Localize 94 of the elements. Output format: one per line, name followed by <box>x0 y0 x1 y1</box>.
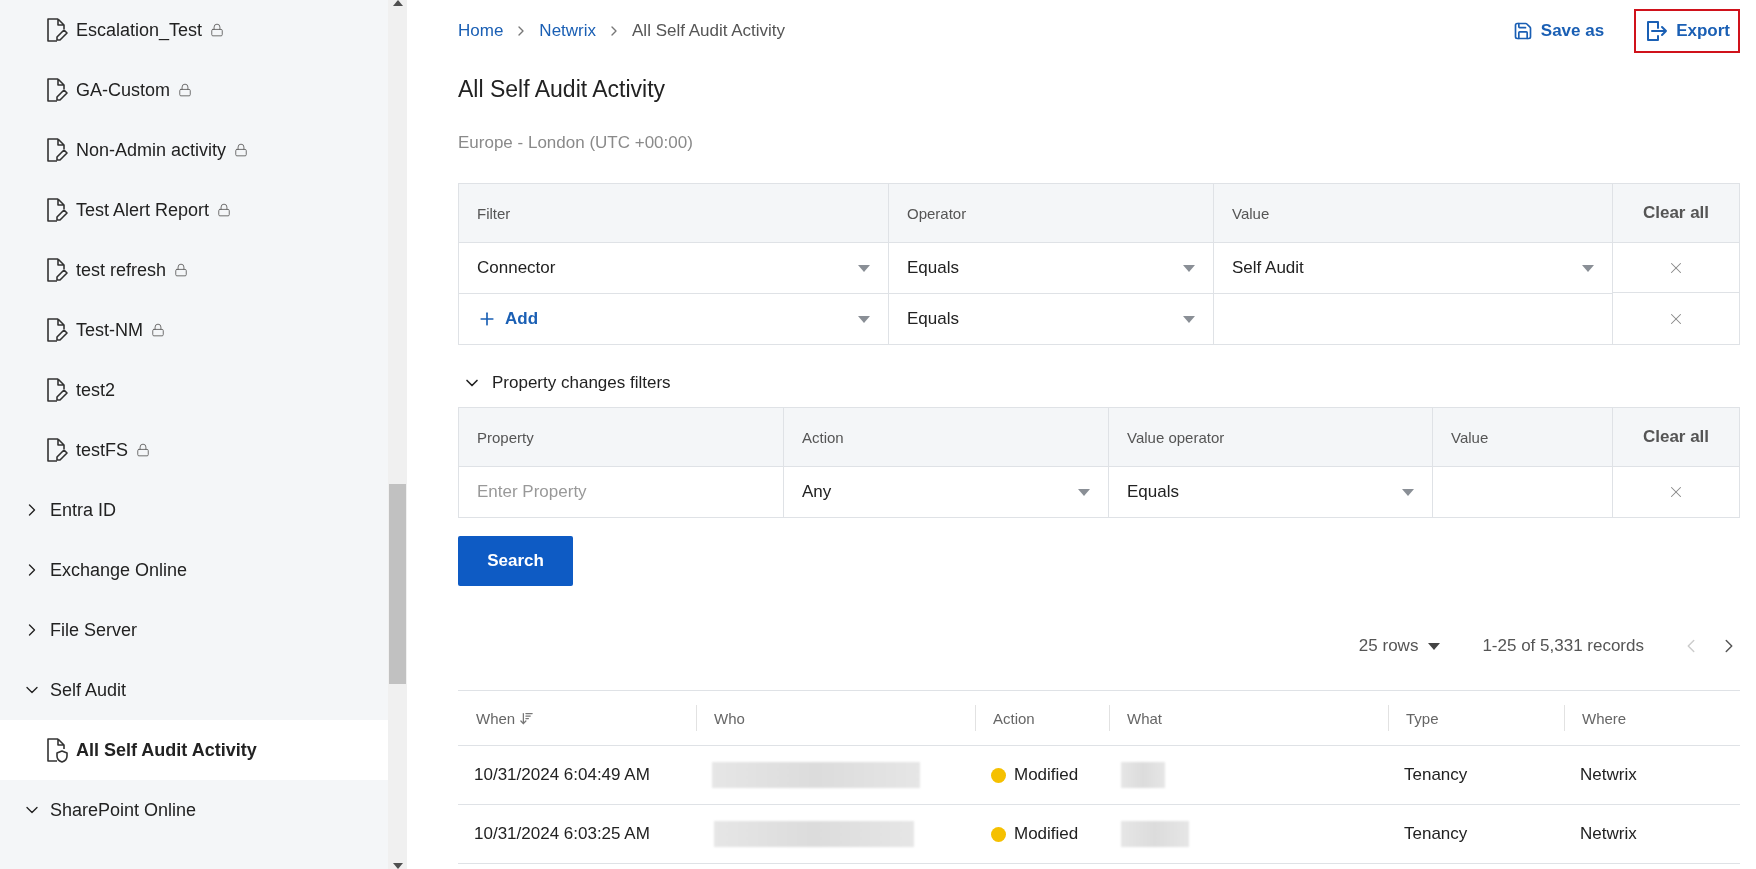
breadcrumb-link[interactable]: Home <box>458 21 504 41</box>
column-header: Value operator <box>1109 408 1433 467</box>
folder-label: Entra ID <box>50 499 117 521</box>
report-item[interactable]: Escalation_Test <box>0 0 388 60</box>
table-cell: 10/31/2024 6:03:25 AM <box>474 824 650 844</box>
file-pen-icon <box>44 377 68 403</box>
table-cell: Netwrix <box>1580 824 1637 844</box>
column-header: Property <box>459 408 784 467</box>
file-pen-icon <box>44 77 68 103</box>
table-cell: Netwrix <box>1580 765 1637 785</box>
scrollbar[interactable] <box>388 0 407 869</box>
table-cell: Tenancy <box>1404 824 1468 844</box>
report-label: All Self Audit Activity <box>76 739 257 761</box>
folder-label: Exchange Online <box>50 559 188 581</box>
column-header: Action <box>784 408 1109 467</box>
folder-label: File Server <box>50 619 138 641</box>
folder-item[interactable]: Self Audit <box>0 660 388 720</box>
report-item[interactable]: GA-Custom <box>0 60 388 120</box>
value-operator-select[interactable]: Equals <box>1109 467 1432 517</box>
column-header[interactable]: When <box>476 709 516 727</box>
report-label: Non-Admin activity <box>76 139 227 161</box>
property-filters-toggle[interactable]: Property changes filters <box>458 373 675 393</box>
report-label: testFS <box>76 439 128 461</box>
folder-item[interactable]: Exchange Online <box>0 540 388 600</box>
report-item[interactable]: test refresh <box>0 240 388 300</box>
column-header[interactable]: Type <box>1406 709 1439 727</box>
column-header: Value <box>1433 408 1613 467</box>
table-cell: Modified <box>1014 765 1079 785</box>
caret-icon <box>1078 488 1090 496</box>
redacted-block <box>1121 821 1189 847</box>
column-header: Operator <box>889 184 1214 243</box>
table-cell: 10/31/2024 6:04:49 AM <box>474 765 650 785</box>
folder-label: SharePoint Online <box>50 799 197 821</box>
breadcrumb-current: All Self Audit Activity <box>632 21 786 41</box>
column-header: Value <box>1214 184 1613 243</box>
operator-select[interactable]: Equals <box>889 294 1213 344</box>
rows-per-page-select[interactable]: 25 rows <box>1352 635 1447 657</box>
column-header[interactable]: Who <box>714 709 745 727</box>
file-shield-icon <box>44 737 68 763</box>
value-select[interactable]: Self Audit <box>1214 243 1612 293</box>
report-label: test2 <box>76 379 116 401</box>
file-pen-icon <box>44 17 68 43</box>
folder-item[interactable]: Entra ID <box>0 480 388 540</box>
column-header[interactable]: What <box>1127 709 1162 727</box>
records-range: 1-25 of 5,331 records <box>1482 636 1644 656</box>
search-button[interactable]: Search <box>458 536 573 586</box>
caret-icon <box>1183 264 1195 272</box>
operator-select[interactable]: Equals <box>889 243 1213 293</box>
caret-icon <box>1402 488 1414 496</box>
export-icon <box>1644 19 1669 43</box>
export-button[interactable]: Export <box>1634 9 1740 53</box>
report-item[interactable]: Test-NM <box>0 300 388 360</box>
sort-icon[interactable] <box>519 710 535 726</box>
timezone-label: Europe - London (UTC +00:00) <box>458 133 694 153</box>
report-label: Test-NM <box>76 319 143 341</box>
table-cell: Modified <box>1014 824 1079 844</box>
folder-item[interactable]: SharePoint Online <box>0 780 388 840</box>
page-title: All Self Audit Activity <box>458 76 667 103</box>
save-icon <box>1512 21 1533 41</box>
property-field[interactable]: Enter Property <box>459 467 783 517</box>
file-pen-icon <box>44 437 68 463</box>
report-item[interactable]: Test Alert Report <box>0 180 388 240</box>
file-pen-icon <box>44 197 68 223</box>
file-pen-icon <box>44 137 68 163</box>
clear-all-button[interactable]: Clear all <box>1613 184 1739 243</box>
breadcrumb-link[interactable]: Netwrix <box>539 21 597 41</box>
caret-icon <box>858 315 870 323</box>
action-select[interactable]: Any <box>784 467 1108 517</box>
report-label: test refresh <box>76 259 167 281</box>
save-as-button[interactable]: Save as <box>1502 11 1615 51</box>
file-pen-icon <box>44 257 68 283</box>
clear-all-button[interactable]: Clear all <box>1613 408 1739 467</box>
report-label: Test Alert Report <box>76 199 210 221</box>
folder-label: Self Audit <box>50 679 127 701</box>
redacted-block <box>1121 762 1165 788</box>
report-item[interactable]: test2 <box>0 360 388 420</box>
file-pen-icon <box>44 317 68 343</box>
column-header[interactable]: Where <box>1582 709 1627 727</box>
caret-icon <box>858 264 870 272</box>
filter-select[interactable]: Add <box>459 294 888 344</box>
filter-select[interactable]: Connector <box>459 243 888 293</box>
caret-icon <box>1582 264 1594 272</box>
table-cell: Tenancy <box>1404 765 1468 785</box>
report-item[interactable]: Non-Admin activity <box>0 120 388 180</box>
report-label: Escalation_Test <box>76 19 203 41</box>
add-filter-button[interactable]: Add <box>477 309 539 329</box>
column-header: Filter <box>459 184 889 243</box>
column-header[interactable]: Action <box>993 709 1035 727</box>
caret-icon <box>1428 642 1441 650</box>
caret-icon <box>1183 315 1195 323</box>
report-item[interactable]: All Self Audit Activity <box>0 720 388 780</box>
report-item[interactable]: testFS <box>0 420 388 480</box>
report-label: GA-Custom <box>76 79 171 101</box>
folder-item[interactable]: File Server <box>0 600 388 660</box>
